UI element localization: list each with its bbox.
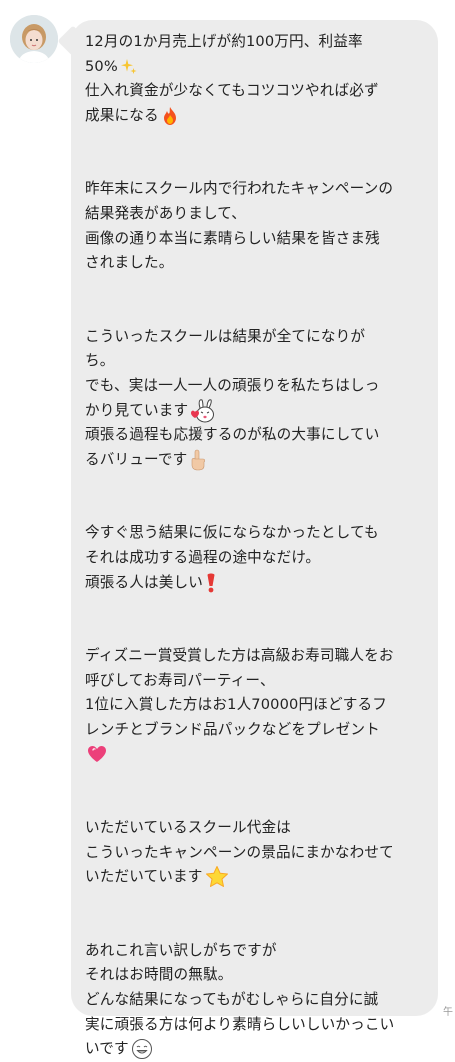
message-line: どんな結果になってもがむしゃらに自分に誠: [85, 991, 379, 1009]
message-line-with-emoji: 50%: [85, 55, 430, 80]
star-icon: [205, 866, 228, 888]
message-line: 昨年末にスクール内で行われたキャンペーンの: [85, 180, 394, 198]
message-line-with-emoji: いです: [85, 1037, 430, 1062]
message-paragraph-2: 昨年末にスクール内で行われたキャンペーンの 結果発表がありまして、 画像の通り本…: [85, 177, 430, 275]
heart-icon: [88, 746, 106, 763]
avatar[interactable]: [10, 15, 58, 63]
message-line: それは成功する過程の途中なだけ。: [85, 548, 321, 566]
message-paragraph-1: 12月の1か月売上げが約100万円、利益率 50% 仕入れ資金が少なくてもコツコ…: [85, 30, 430, 128]
message-line: レンチとブランド品パックなどをプレゼント: [85, 720, 380, 738]
message-line-with-emoji: いただいています: [85, 865, 430, 890]
message-paragraph-3: こういったスクールは結果が全てになりが ち。 でも、実は一人一人の頑張りを私たち…: [85, 325, 430, 473]
message-line: いただいているスクール代金は: [85, 819, 291, 837]
message-line: 仕入れ資金が少なくてもコツコツやれば必ず: [85, 82, 379, 100]
message-line: 1位に入賞した方はお1人70000円ほどするフ: [85, 696, 387, 714]
avatar-image: [10, 15, 58, 63]
message-line: こういったキャンペーンの景品にまかなわせて: [85, 843, 394, 861]
message-line-with-emoji: るバリューです: [85, 448, 430, 473]
message-line: 画像の通り本当に素晴らしい結果を皆さま残: [85, 229, 380, 247]
message-line: ち。: [85, 352, 115, 370]
message-line-with-emoji: かり見ています: [85, 398, 430, 424]
message-line: 今すぐ思う結果に仮にならなかったとしても: [85, 524, 379, 542]
kiss-bunny-sticker-icon: [191, 398, 215, 423]
message-timestamp: 午: [443, 1007, 453, 1018]
message-paragraph-4: 今すぐ思う結果に仮にならなかったとしても それは成功する過程の途中なだけ。 頑張…: [85, 521, 430, 595]
smile-face-icon: [131, 1039, 152, 1060]
message-bubble[interactable]: 12月の1か月売上げが約100万円、利益率 50% 仕入れ資金が少なくてもコツコ…: [71, 20, 438, 1060]
message-line: あれこれ言い訳しがちですが: [85, 941, 277, 959]
message-line: ディズニー賞受賞した方は高級お寿司職人をお: [85, 647, 394, 665]
message-paragraph-7: あれこれ言い訳しがちですが それはお時間の無駄。 どんな結果になってもがむしゃら…: [85, 939, 430, 1062]
message-line-with-emoji: 頑張る人は美しい: [85, 571, 430, 596]
message-line: こういったスクールは結果が全てになりが: [85, 327, 366, 345]
fire-icon: [163, 106, 176, 125]
pointing-up-hand-icon: [192, 449, 206, 471]
message-line-with-emoji: 成果になる: [85, 104, 430, 129]
message-line: 実に頑張る方は何より素晴らしいしいかっこい: [85, 1015, 395, 1033]
message-paragraph-5: ディズニー賞受賞した方は高級お寿司職人をお 呼びしてお寿司パーティー、 1位に入…: [85, 644, 430, 767]
message-line: 12月の1か月売上げが約100万円、利益率: [85, 33, 363, 50]
message-line: 頑張る過程も応援するのが私の大事にしてい: [85, 426, 380, 444]
chat-view: 12月の1か月売上げが約100万円、利益率 50% 仕入れ資金が少なくてもコツコ…: [0, 0, 455, 1060]
exclamation-icon: [207, 573, 215, 592]
message-paragraph-6: いただいているスクール代金は こういったキャンペーンの景品にまかなわせて いただ…: [85, 816, 430, 890]
message-line: されました。: [85, 254, 174, 272]
sparkles-icon: [120, 58, 137, 74]
message-line: 結果発表がありまして、: [85, 204, 247, 222]
message-text: 12月の1か月売上げが約100万円、利益率 50% 仕入れ資金が少なくてもコツコ…: [85, 30, 430, 1062]
message-line: でも、実は一人一人の頑張りを私たちはしっ: [85, 376, 380, 394]
message-line: 呼びしてお寿司パーティー、: [85, 671, 275, 689]
message-line: それはお時間の無駄。: [85, 966, 233, 984]
message-line-with-emoji: [85, 742, 430, 767]
